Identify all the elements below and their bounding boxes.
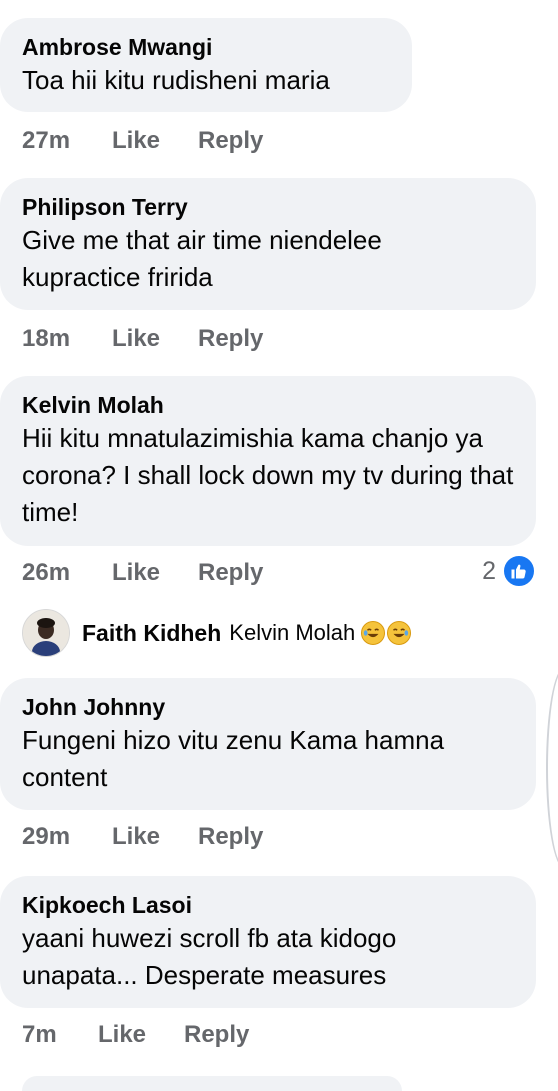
thumbs-up-icon xyxy=(502,554,536,588)
comment-bubble: Kipkoech Lasoi yaani huwezi scroll fb at… xyxy=(0,876,536,1008)
rolling-on-floor-laughing-icon xyxy=(361,621,386,645)
reply-button[interactable]: Reply xyxy=(198,127,263,155)
reply-button[interactable]: Reply xyxy=(198,559,263,587)
like-button[interactable]: Like xyxy=(98,1021,184,1049)
comment-actions: 7m Like Reply xyxy=(22,1020,249,1050)
next-comment-bubble xyxy=(22,1076,402,1091)
comment-text: Hii kitu mnatulazimishia kama chanjo ya … xyxy=(22,423,514,527)
comment-author[interactable]: Kelvin Molah xyxy=(22,390,514,420)
comment-bubble: Kelvin Molah Hii kitu mnatulazimishia ka… xyxy=(0,376,536,546)
avatar[interactable] xyxy=(22,609,70,657)
comment-time[interactable]: 7m xyxy=(22,1021,98,1049)
comment-actions: 27m Like Reply xyxy=(22,126,263,156)
reply-author[interactable]: Faith Kidheh xyxy=(82,620,221,647)
rolling-on-floor-laughing-icon xyxy=(387,621,412,645)
comment-author[interactable]: John Johnny xyxy=(22,692,514,722)
comment-text: Give me that air time niendelee kupracti… xyxy=(22,225,382,292)
comment-author[interactable]: Ambrose Mwangi xyxy=(22,32,390,62)
like-button[interactable]: Like xyxy=(112,325,198,353)
like-button[interactable]: Like xyxy=(112,559,198,587)
comment-bubble: Ambrose Mwangi Toa hii kitu rudisheni ma… xyxy=(0,18,412,112)
scroll-edge-indicator xyxy=(546,668,558,868)
comment-bubble: Philipson Terry Give me that air time ni… xyxy=(0,178,536,310)
comment-time[interactable]: 29m xyxy=(22,823,112,851)
comment-actions: 18m Like Reply xyxy=(22,324,263,354)
like-button[interactable]: Like xyxy=(112,127,198,155)
reaction-summary[interactable]: 2 xyxy=(482,554,536,588)
reply-preview[interactable]: Faith Kidheh Kelvin Molah xyxy=(22,608,413,658)
reply-mention[interactable]: Kelvin Molah xyxy=(229,620,355,646)
comment-text: yaani huwezi scroll fb ata kidogo unapat… xyxy=(22,923,397,990)
comment-text: Fungeni hizo vitu zenu Kama hamna conten… xyxy=(22,725,445,792)
comment-actions: 26m Like Reply xyxy=(22,558,263,588)
comment-bubble: John Johnny Fungeni hizo vitu zenu Kama … xyxy=(0,678,536,810)
comment-time[interactable]: 27m xyxy=(22,127,112,155)
comments-thread: Ambrose Mwangi Toa hii kitu rudisheni ma… xyxy=(0,0,558,1091)
reply-button[interactable]: Reply xyxy=(198,823,263,851)
comment-time[interactable]: 18m xyxy=(22,325,112,353)
reply-button[interactable]: Reply xyxy=(184,1021,249,1049)
comment-actions: 29m Like Reply xyxy=(22,822,263,852)
reply-button[interactable]: Reply xyxy=(198,325,263,353)
reaction-count: 2 xyxy=(482,556,496,585)
comment-author[interactable]: Philipson Terry xyxy=(22,192,514,222)
comment-time[interactable]: 26m xyxy=(22,559,112,587)
like-button[interactable]: Like xyxy=(112,823,198,851)
comment-author[interactable]: Kipkoech Lasoi xyxy=(22,890,514,920)
comment-text: Toa hii kitu rudisheni maria xyxy=(22,65,330,95)
